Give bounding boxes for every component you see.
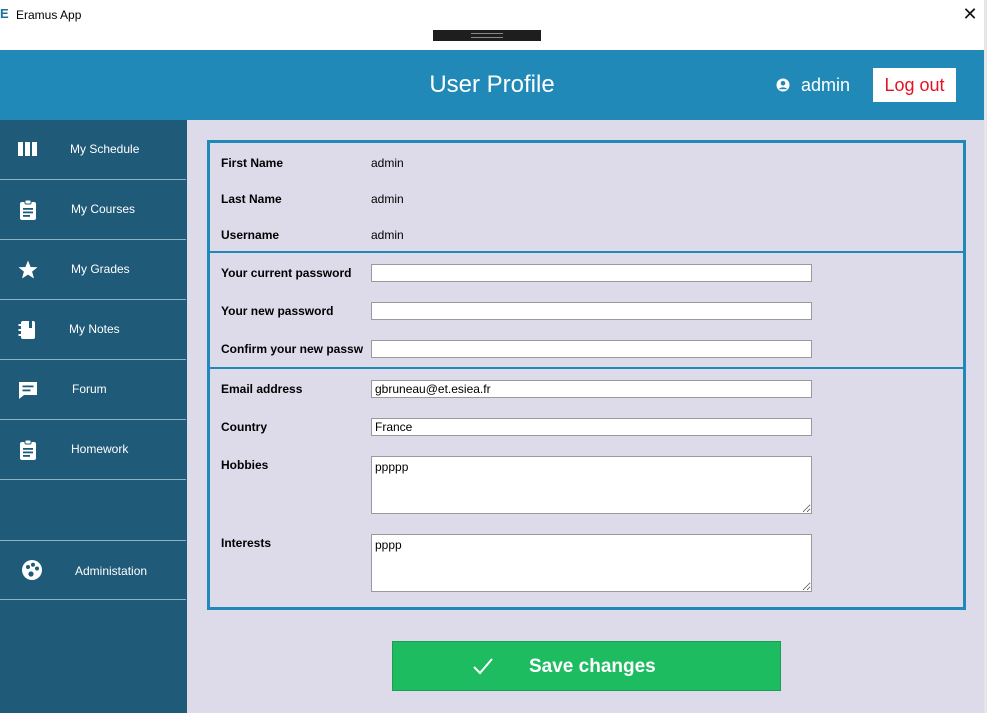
schedule-columns-icon — [18, 142, 37, 156]
section-divider — [210, 367, 963, 369]
sidebar-item-homework[interactable]: Homework — [0, 420, 186, 480]
country-label: Country — [221, 420, 267, 434]
sidebar-item-my-schedule[interactable]: My Schedule — [0, 120, 186, 180]
current-password-field[interactable] — [371, 264, 812, 282]
interests-label: Interests — [221, 536, 272, 550]
sidebar-item-label: Forum — [72, 382, 107, 396]
sidebar-item-administration[interactable]: Administation — [0, 540, 186, 600]
clipboard-icon — [20, 199, 36, 220]
first-name-value: admin — [371, 156, 404, 170]
sidebar-item-my-grades[interactable]: My Grades — [0, 240, 186, 300]
email-field[interactable] — [371, 380, 812, 398]
interests-field[interactable]: pppp — [371, 534, 812, 592]
window-title: Eramus App — [16, 8, 82, 22]
chat-bubble-icon — [19, 382, 37, 399]
notebook-icon — [18, 321, 35, 339]
profile-form: First Name admin Last Name admin Usernam… — [207, 140, 966, 610]
sidebar-item-forum[interactable]: Forum — [0, 360, 186, 420]
current-username: admin — [801, 75, 851, 95]
country-field[interactable] — [371, 418, 812, 436]
last-name-value: admin — [371, 192, 404, 206]
sidebar-item-my-courses[interactable]: My Courses — [0, 180, 186, 240]
confirm-password-field[interactable] — [371, 340, 812, 358]
sidebar-item-label: My Schedule — [70, 142, 140, 156]
sidebar-item-label: My Grades — [71, 262, 130, 276]
app-logo-icon: E — [0, 6, 9, 21]
email-label: Email address — [221, 382, 303, 396]
app-header: User Profile admin Log out — [0, 50, 984, 120]
user-circle-icon — [776, 78, 790, 92]
sidebar-item-label: My Courses — [71, 202, 136, 216]
username-label: Username — [221, 228, 280, 242]
palette-icon — [22, 560, 42, 580]
username-value: admin — [371, 228, 404, 242]
sidebar-item-label: Homework — [71, 442, 129, 456]
logout-button[interactable]: Log out — [873, 68, 956, 102]
first-name-label: First Name — [221, 156, 284, 170]
confirm-password-label: Confirm your new passw — [221, 342, 364, 356]
sidebar-item-label: Administation — [75, 564, 148, 578]
sidebar: My Schedule My Courses My Grades My Note… — [0, 120, 187, 713]
close-icon[interactable]: ✕ — [958, 4, 982, 26]
drag-handle[interactable] — [433, 30, 541, 41]
current-password-label: Your current password — [221, 266, 352, 280]
window-titlebar: E Eramus App ✕ — [0, 0, 987, 50]
last-name-label: Last Name — [221, 192, 282, 206]
sidebar-item-label: My Notes — [69, 322, 120, 336]
hobbies-field[interactable]: ppppp — [371, 456, 812, 514]
section-divider — [210, 251, 963, 253]
clipboard-icon — [20, 439, 36, 460]
new-password-field[interactable] — [371, 302, 812, 320]
checkmark-icon — [473, 658, 493, 675]
new-password-label: Your new password — [221, 304, 334, 318]
sidebar-item-my-notes[interactable]: My Notes — [0, 300, 186, 360]
star-icon — [18, 260, 38, 279]
profile-content: First Name admin Last Name admin Usernam… — [187, 120, 984, 713]
save-changes-label: Save changes — [529, 656, 656, 677]
save-changes-button[interactable]: Save changes — [392, 641, 781, 691]
hobbies-label: Hobbies — [221, 458, 269, 472]
